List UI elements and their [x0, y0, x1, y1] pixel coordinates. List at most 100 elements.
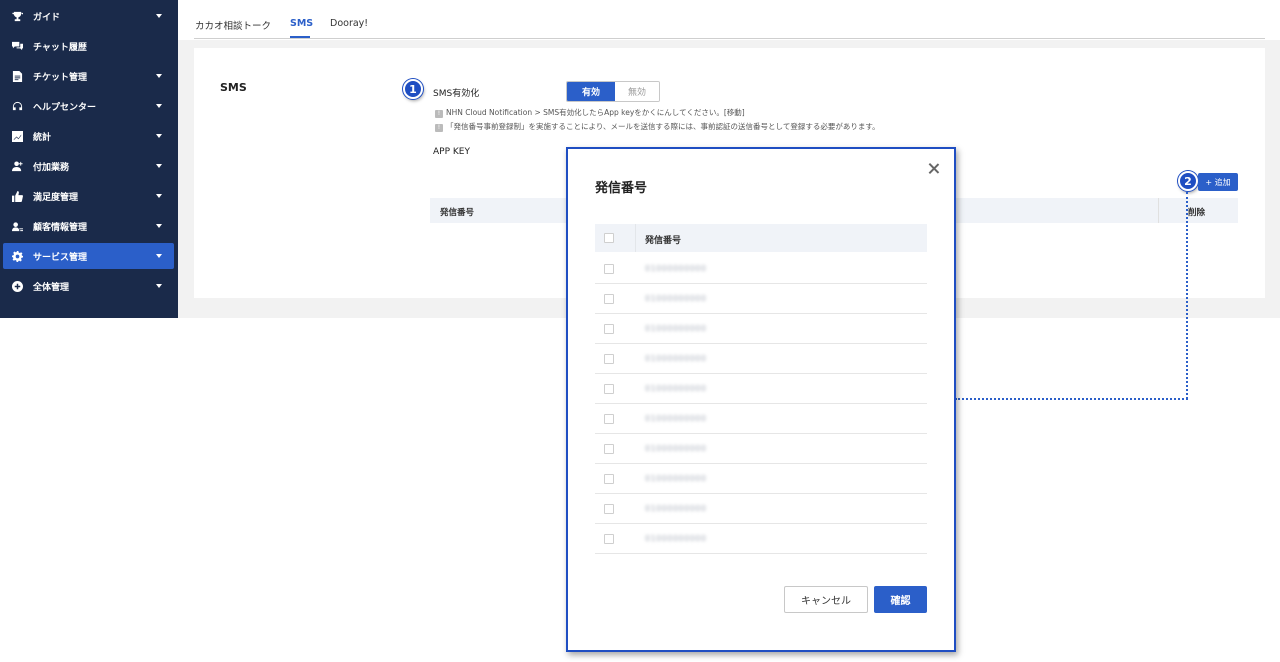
trophy-icon	[11, 10, 23, 22]
tab-bar: カカオ相談トーク SMS Dooray!	[178, 0, 1280, 40]
section-title: SMS	[220, 81, 247, 94]
gear-icon	[11, 250, 23, 262]
annotation-connector	[955, 398, 1188, 400]
chevron-down-icon	[156, 134, 162, 138]
column-sender-number: 発信番号	[645, 236, 682, 246]
row-checkbox[interactable]	[604, 504, 614, 514]
sms-enable-toggle: 有効 無効	[566, 81, 660, 102]
sidebar-item[interactable]: 付加業務	[3, 153, 174, 179]
table-row: 01000000000	[595, 434, 927, 464]
sidebar-item[interactable]: 満足度管理	[3, 183, 174, 209]
tab-divider	[194, 38, 1265, 39]
tab-kakao[interactable]: カカオ相談トーク	[195, 18, 271, 32]
confirm-button[interactable]: 確認	[874, 586, 927, 613]
chevron-down-icon	[156, 74, 162, 78]
row-checkbox[interactable]	[604, 474, 614, 484]
table-row: 01000000000	[595, 284, 927, 314]
annotation-connector	[1186, 192, 1188, 399]
sidebar-item[interactable]: ヘルプセンター	[3, 93, 174, 119]
table-row: 01000000000	[595, 344, 927, 374]
table-row: 01000000000	[595, 404, 927, 434]
notice-text: NHN Cloud Notification > SMS有効化したらApp ke…	[446, 108, 745, 117]
sender-number: 01000000000	[645, 324, 707, 333]
sidebar-item-label: 満足度管理	[33, 192, 79, 203]
row-checkbox[interactable]	[604, 444, 614, 454]
sidebar-item[interactable]: サービス管理	[3, 243, 174, 269]
sender-number: 01000000000	[645, 384, 707, 393]
sidebar-item[interactable]: 顧客情報管理	[3, 213, 174, 239]
notice-text: 「発信番号事前登録制」を実施することにより、メールを送信する際には、事前認証の送…	[446, 122, 880, 131]
sidebar-item-label: ヘルプセンター	[33, 102, 97, 113]
thumbs-up-icon	[11, 190, 23, 202]
select-all-checkbox[interactable]	[604, 233, 614, 243]
sidebar-item-label: チャット履歴	[33, 42, 87, 53]
chevron-down-icon	[156, 254, 162, 258]
sidebar-item-label: サービス管理	[33, 252, 88, 263]
row-checkbox[interactable]	[604, 294, 614, 304]
cancel-button[interactable]: キャンセル	[784, 586, 868, 613]
sidebar-item-label: チケット管理	[33, 72, 88, 83]
user-card-icon	[11, 220, 23, 232]
chevron-down-icon	[156, 194, 162, 198]
sidebar-item-label: 統計	[33, 132, 52, 143]
notice-icon: !	[435, 124, 443, 132]
row-checkbox[interactable]	[604, 324, 614, 334]
annotation-badge-2: 2	[1178, 171, 1198, 191]
table-row: 01000000000	[595, 254, 927, 284]
sidebar-item[interactable]: 全体管理	[3, 273, 174, 299]
plus-circle-icon	[11, 280, 23, 292]
sms-enable-label: SMS有効化	[433, 89, 480, 99]
column-delete: 削除	[1188, 208, 1206, 218]
headset-icon	[11, 100, 23, 112]
screen: ガイドチャット履歴 チケット管理 ヘルプセンター 統計付加業務満足度管理顧客情報管理サ…	[0, 0, 1280, 662]
sender-number: 01000000000	[645, 504, 707, 513]
sender-number: 01000000000	[645, 534, 707, 543]
table-row: 01000000000	[595, 314, 927, 344]
sender-number: 01000000000	[645, 474, 707, 483]
chart-icon	[11, 130, 23, 142]
row-checkbox[interactable]	[604, 414, 614, 424]
chevron-down-icon	[156, 164, 162, 168]
column-divider	[635, 224, 636, 252]
modal-table-header: 発信番号	[595, 224, 927, 252]
toggle-off-button[interactable]: 無効	[615, 82, 659, 101]
sidebar-item-label: 全体管理	[33, 282, 70, 293]
close-icon[interactable]	[926, 161, 942, 177]
chevron-down-icon	[156, 14, 162, 18]
appkey-label: APP KEY	[433, 147, 470, 157]
chevron-down-icon	[156, 284, 162, 288]
table-row: 01000000000	[595, 374, 927, 404]
chevron-down-icon	[156, 224, 162, 228]
row-checkbox[interactable]	[604, 264, 614, 274]
chevron-down-icon	[156, 104, 162, 108]
user-plus-icon	[11, 160, 23, 172]
notice-icon: !	[435, 110, 443, 118]
row-checkbox[interactable]	[604, 534, 614, 544]
tab-dooray[interactable]: Dooray!	[330, 18, 368, 29]
sender-number: 01000000000	[645, 294, 707, 303]
sender-number: 01000000000	[645, 264, 707, 273]
annotation-badge-1: 1	[403, 79, 423, 99]
sender-number-modal: 発信番号 発信番号 01000000000 01000000000 01000000…	[566, 147, 956, 652]
sidebar-item-label: ガイド	[33, 12, 61, 23]
row-checkbox[interactable]	[604, 384, 614, 394]
sidebar-item[interactable]: ガイド	[3, 3, 174, 29]
sidebar-item[interactable]: 統計	[3, 123, 174, 149]
sidebar-item[interactable]: チケット管理	[3, 63, 174, 89]
add-button[interactable]: + 追加	[1198, 173, 1238, 191]
column-divider	[1158, 198, 1159, 223]
table-row: 01000000000	[595, 464, 927, 494]
notice-text-2: ! 「発信番号事前登録制」を実施することにより、メールを送信する際には、事前認証の…	[435, 121, 880, 132]
tab-sms[interactable]: SMS	[290, 18, 313, 29]
sender-number: 01000000000	[645, 414, 707, 423]
sender-number: 01000000000	[645, 354, 707, 363]
sidebar-item-label: 顧客情報管理	[33, 222, 88, 233]
modal-title: 発信番号	[595, 181, 648, 196]
document-icon	[11, 70, 23, 82]
sidebar-item[interactable]: チャット履歴	[3, 33, 174, 59]
sender-number: 01000000000	[645, 444, 707, 453]
table-row: 01000000000	[595, 494, 927, 524]
toggle-on-button[interactable]: 有効	[567, 82, 615, 101]
notice-text-1: ! NHN Cloud Notification > SMS有効化したらApp k…	[435, 107, 745, 118]
row-checkbox[interactable]	[604, 354, 614, 364]
